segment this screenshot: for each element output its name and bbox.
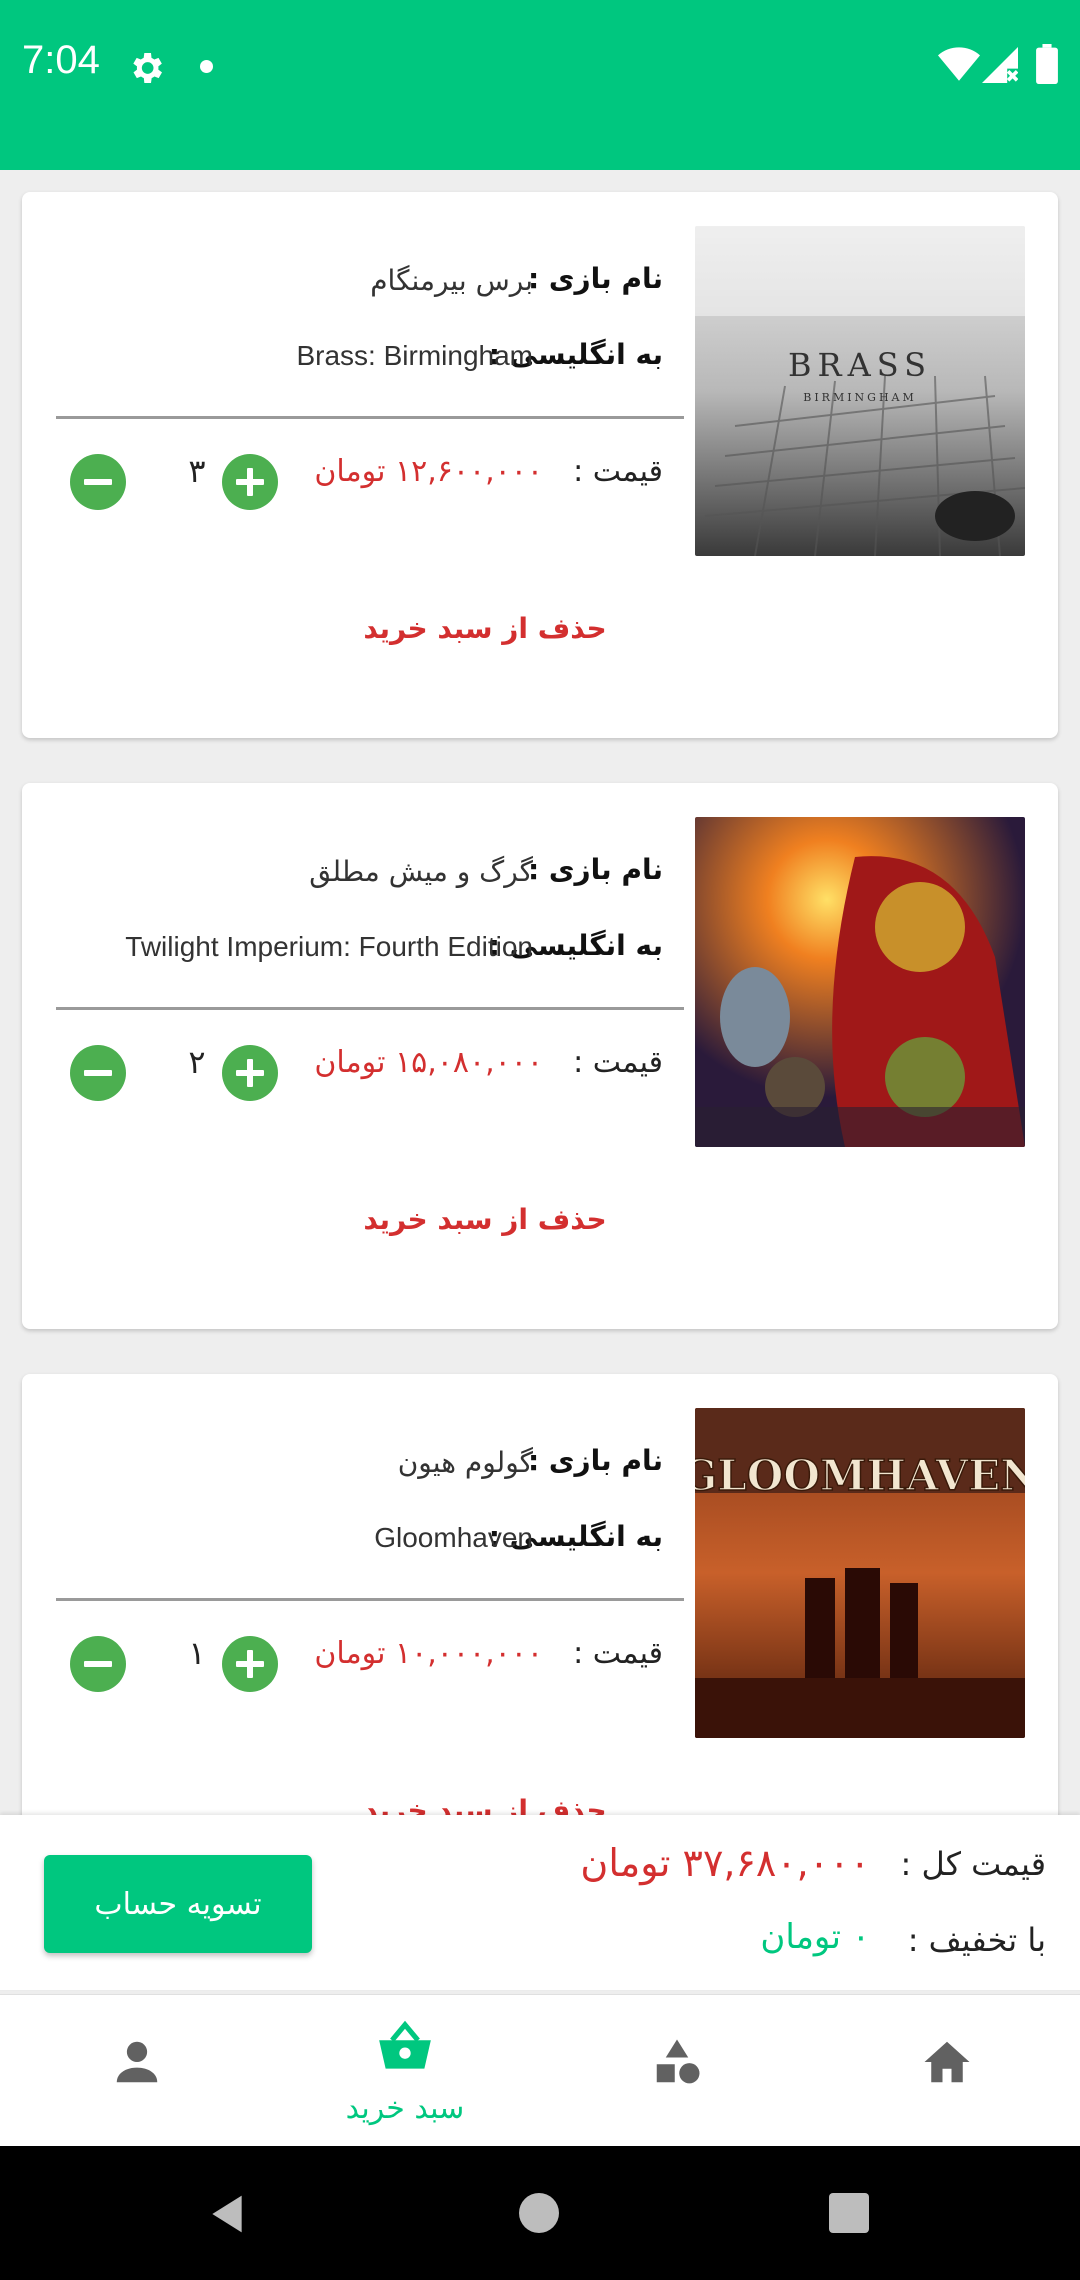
home-icon — [924, 2041, 970, 2083]
cover-subtitle: BIRMINGHAM — [803, 391, 917, 404]
bottom-navigation: سبد خرید — [0, 1994, 1080, 2147]
cart-item-card: نام بازی : گرگ و میش مطلق به انگلیسی : T… — [22, 783, 1058, 1329]
item-price: ۱۲,۶۰۰,۰۰۰ تومان — [314, 454, 543, 489]
wifi-icon — [938, 47, 980, 81]
cart-basket-icon — [379, 2020, 431, 2069]
back-icon[interactable] — [205, 2192, 249, 2236]
price-label: قیمت : — [573, 1636, 663, 1671]
increase-quantity-button[interactable] — [222, 1045, 278, 1101]
nav-profile[interactable] — [0, 1995, 270, 2147]
quantity-value: ۳ — [188, 452, 206, 490]
divider — [56, 416, 684, 419]
game-name-fa: گرگ و میش مطلق — [309, 855, 533, 888]
game-name-en: Twilight Imperium: Fourth Edition — [125, 931, 533, 962]
game-name-label: نام بازی : — [527, 1444, 663, 1477]
cart-list[interactable]: BRASS BIRMINGHAM نام بازی : برس بیرمنگام… — [0, 170, 1080, 1815]
decrease-quantity-button[interactable] — [70, 1636, 126, 1692]
cart-item-card: GLOOMHAVEN نام بازی : گولوم هیون به انگل… — [22, 1374, 1058, 1815]
checkout-button[interactable]: تسویه حساب — [44, 1855, 312, 1953]
quantity-value: ۲ — [188, 1043, 206, 1081]
divider — [56, 1007, 684, 1010]
discount-price-label: با تخفیف : — [907, 1921, 1046, 1959]
profile-icon — [116, 2041, 158, 2083]
game-cover-image — [695, 817, 1025, 1147]
game-name-label: نام بازی : — [527, 853, 663, 886]
game-cover-image: GLOOMHAVEN — [695, 1408, 1025, 1738]
notification-dot-icon — [200, 60, 213, 73]
remove-from-cart-button[interactable]: حذف از سبد خرید — [0, 1794, 1003, 1815]
nav-categories[interactable] — [540, 1995, 810, 2147]
system-navigation-bar — [0, 2146, 1080, 2280]
quantity-value: ۱ — [188, 1634, 206, 1672]
total-price-value: ۳۷,۶۸۰,۰۰۰ تومان — [580, 1841, 870, 1885]
item-price: ۱۰,۰۰۰,۰۰۰ تومان — [314, 1636, 543, 1671]
remove-from-cart-button[interactable]: حذف از سبد خرید — [0, 1203, 1003, 1236]
decrease-quantity-button[interactable] — [70, 454, 126, 510]
status-bar: 7:04 — [0, 0, 1080, 170]
game-name-label: نام بازی : — [527, 262, 663, 295]
price-label: قیمت : — [573, 454, 663, 489]
game-cover-image: BRASS BIRMINGHAM — [695, 226, 1025, 556]
nav-cart[interactable]: سبد خرید — [270, 1995, 540, 2147]
recent-apps-icon[interactable] — [829, 2193, 869, 2233]
home-circle-icon[interactable] — [519, 2193, 559, 2233]
nav-home[interactable] — [810, 1995, 1080, 2147]
cart-summary: قیمت کل : ۳۷,۶۸۰,۰۰۰ تومان با تخفیف : ۰ … — [0, 1815, 1080, 1990]
cover-title: GLOOMHAVEN — [695, 1451, 1025, 1500]
cover-title: BRASS — [788, 346, 932, 384]
game-name-fa: برس بیرمنگام — [370, 264, 533, 297]
status-time: 7:04 — [22, 38, 100, 82]
increase-quantity-button[interactable] — [222, 1636, 278, 1692]
game-name-fa: گولوم هیون — [397, 1446, 533, 1479]
settings-gear-icon — [133, 53, 162, 83]
signal-icon — [982, 47, 1018, 83]
decrease-quantity-button[interactable] — [70, 1045, 126, 1101]
discount-price-value: ۰ تومان — [760, 1917, 870, 1957]
nav-cart-label: سبد خرید — [345, 2091, 465, 2126]
game-name-en: Brass: Birmingham — [296, 340, 533, 371]
battery-icon — [1036, 44, 1058, 84]
total-price-label: قیمت کل : — [900, 1845, 1046, 1883]
cart-item-card: BRASS BIRMINGHAM نام بازی : برس بیرمنگام… — [22, 192, 1058, 738]
categories-shapes-icon — [656, 2039, 700, 2084]
remove-from-cart-button[interactable]: حذف از سبد خرید — [0, 612, 1003, 645]
divider — [56, 1598, 684, 1601]
price-label: قیمت : — [573, 1045, 663, 1080]
increase-quantity-button[interactable] — [222, 454, 278, 510]
item-price: ۱۵,۰۸۰,۰۰۰ تومان — [314, 1045, 543, 1080]
game-name-en: Gloomhaven — [374, 1522, 533, 1553]
